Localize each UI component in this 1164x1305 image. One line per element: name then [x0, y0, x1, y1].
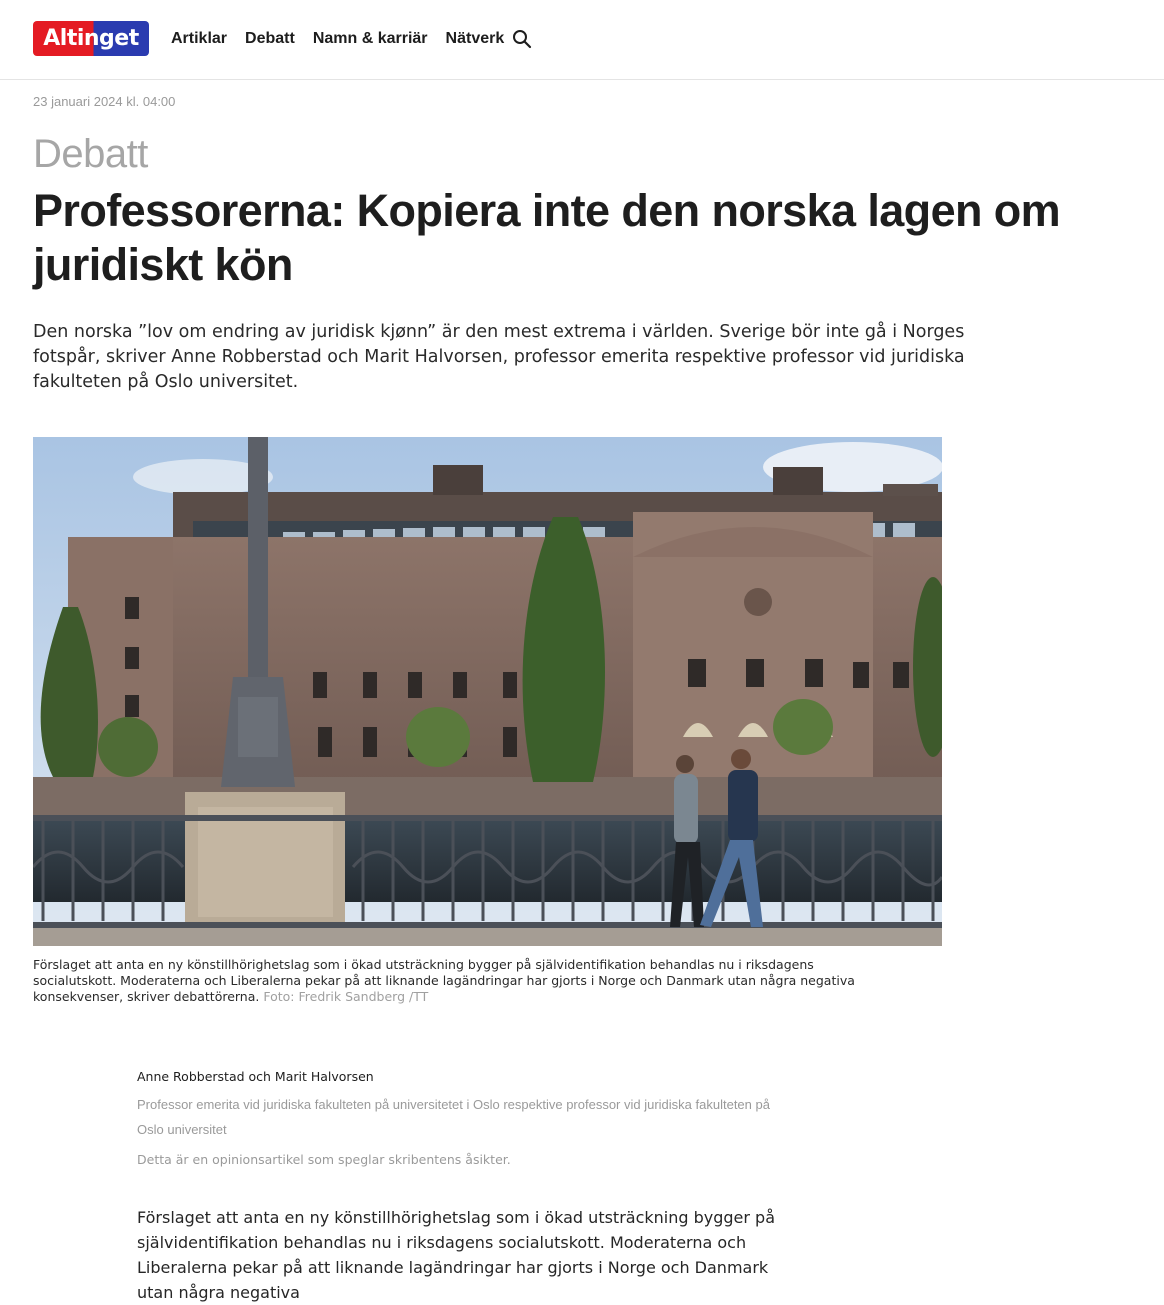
nav-item-natverk[interactable]: Nätverk — [446, 28, 505, 50]
logo-text: Altinget — [43, 26, 139, 51]
author-byline: Anne Robberstad och Marit Halvorsen Prof… — [137, 1068, 797, 1142]
nav-item-debatt[interactable]: Debatt — [245, 28, 295, 50]
author-role: Professor emerita vid juridiska fakultet… — [137, 1097, 770, 1137]
article-headline: Professorerna: Kopiera inte den norska l… — [33, 185, 1061, 290]
search-icon[interactable] — [512, 29, 532, 49]
site-header: Altinget Artiklar Debatt Namn & karriär … — [0, 0, 1164, 80]
altinget-logo[interactable]: Altinget — [33, 21, 149, 56]
caption-text: Förslaget att anta en ny könstillhörighe… — [33, 957, 855, 1004]
section-label[interactable]: Debatt — [33, 132, 148, 177]
article-lead: Den norska ”lov om endring av juridisk k… — [33, 322, 965, 392]
article-body-paragraph: Förslaget att anta en ny könstillhörighe… — [137, 1208, 776, 1302]
opinion-note: Detta är en opinionsartikel som speglar … — [137, 1152, 511, 1167]
main-nav: Artiklar Debatt Namn & karriär Nätverk — [171, 28, 522, 50]
hero-image — [33, 437, 942, 946]
nav-item-artiklar[interactable]: Artiklar — [171, 28, 227, 50]
nav-item-namn-karriar[interactable]: Namn & karriär — [313, 28, 428, 50]
photo-credit: Foto: Fredrik Sandberg /TT — [263, 989, 429, 1004]
article-date: 23 januari 2024 kl. 04:00 — [33, 94, 176, 109]
author-names[interactable]: Anne Robberstad och Marit Halvorsen — [137, 1068, 797, 1086]
riksdag-photo — [33, 437, 942, 946]
image-caption: Förslaget att anta en ny könstillhörighe… — [33, 957, 883, 1005]
